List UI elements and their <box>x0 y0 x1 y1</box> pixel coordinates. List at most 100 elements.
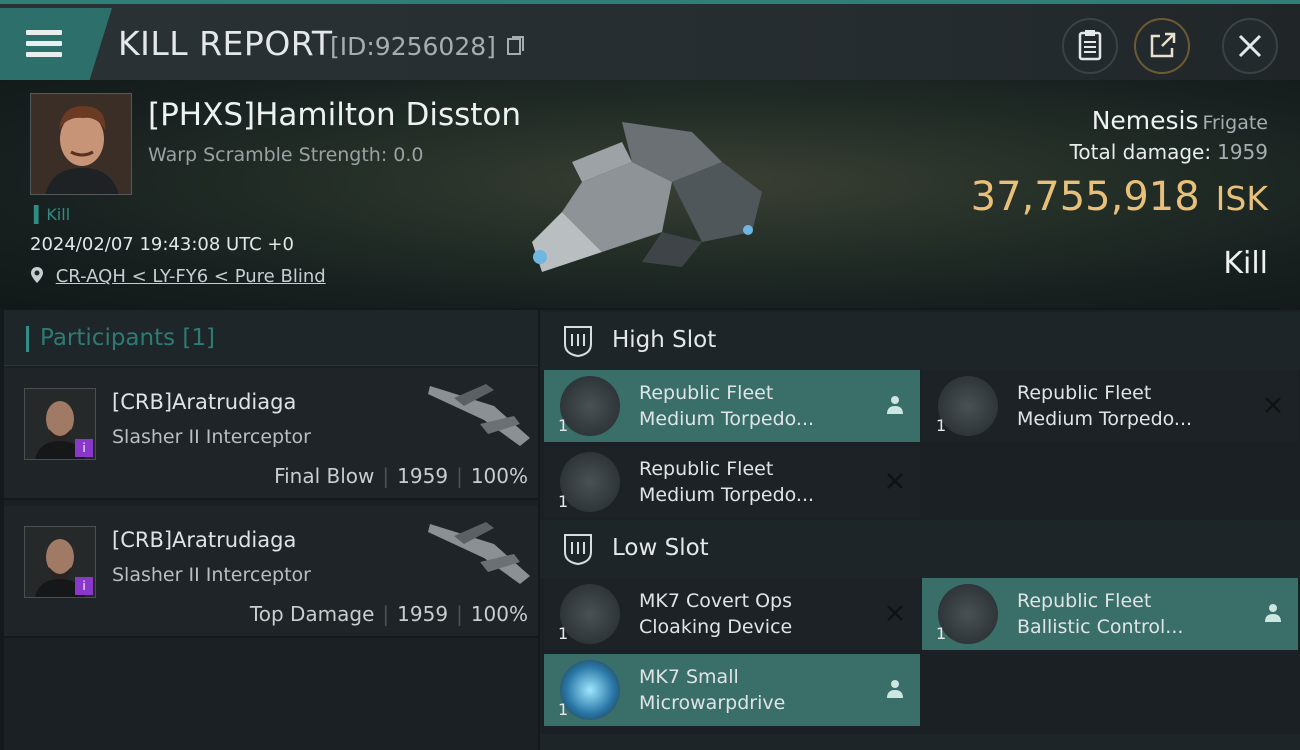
module-name-line2: Medium Torpedo... <box>1017 408 1193 430</box>
share-icon <box>1150 32 1176 58</box>
ballistic-control-icon <box>938 584 998 644</box>
location[interactable]: CR-AQH < LY-FY6 < Pure Blind <box>30 266 326 287</box>
participant-role: Top Damage <box>249 602 375 626</box>
module-name-line1: Republic Fleet <box>1017 590 1152 612</box>
module-name-line2: Microwarpdrive <box>639 692 786 714</box>
location-pin-icon <box>31 267 43 283</box>
result-label: Kill <box>1223 246 1268 281</box>
total-damage-value: 1959 <box>1217 140 1268 164</box>
dropped-person-icon <box>887 396 903 414</box>
victim-ship-image <box>532 122 762 272</box>
module-name-line1: Republic Fleet <box>1017 382 1152 404</box>
module-quantity: 1 <box>558 416 569 435</box>
module-name-line2: Cloaking Device <box>639 616 793 638</box>
module-item[interactable]: 1 Republic Fleet Medium Torpedo... <box>544 446 920 518</box>
module-name-line2: Medium Torpedo... <box>639 408 815 430</box>
destroyed-x-icon <box>1265 397 1281 413</box>
warp-scramble-strength: Warp Scramble Strength: 0.0 <box>148 144 424 166</box>
victim-name[interactable]: [PHXS]Hamilton Disston <box>148 97 521 133</box>
module-quantity: 1 <box>558 492 569 511</box>
total-damage: Total damage: 1959 <box>1070 140 1268 164</box>
timestamp: 2024/02/07 19:43:08 UTC +0 <box>30 234 294 255</box>
fitting-panel: High Slot 1 Republic Fleet Medium Torped… <box>540 310 1300 750</box>
dropped-person-icon <box>1265 604 1281 622</box>
participant-row[interactable]: i [CRB]Aratrudiaga Slasher II Intercepto… <box>4 506 538 638</box>
menu-button[interactable] <box>0 8 112 80</box>
report-id: [ID:9256028] <box>330 32 526 61</box>
low-slot-label: Low Slot <box>612 535 709 561</box>
participant-row[interactable]: i [CRB]Aratrudiaga Slasher II Intercepto… <box>4 368 538 500</box>
destroyed-x-icon <box>887 605 903 621</box>
module-item[interactable]: 1 Republic Fleet Medium Torpedo... <box>544 370 920 442</box>
participant-ship-image <box>428 384 530 446</box>
module-quantity: 1 <box>558 700 569 719</box>
participants-title: Participants [1] <box>40 325 215 351</box>
isk-unit: ISK <box>1215 179 1268 218</box>
clipboard-button[interactable] <box>1062 18 1118 74</box>
participant-ship: Slasher II Interceptor <box>112 426 311 448</box>
pilot-avatar <box>31 94 131 194</box>
next-slot-header <box>540 734 1300 750</box>
copy-icon[interactable] <box>506 35 526 57</box>
clipboard-icon <box>1078 30 1102 61</box>
torpedo-launcher-icon <box>560 452 620 512</box>
module-quantity: 1 <box>936 624 947 643</box>
participant-name[interactable]: [CRB]Aratrudiaga <box>112 528 296 552</box>
torpedo-launcher-icon <box>938 376 998 436</box>
high-slot-header: High Slot <box>540 312 1300 370</box>
module-item[interactable]: 1 Republic Fleet Ballistic Control... <box>922 578 1298 650</box>
participant-name[interactable]: [CRB]Aratrudiaga <box>112 390 296 414</box>
destroyed-x-icon <box>887 473 903 489</box>
module-name-line1: MK7 Small <box>639 666 739 688</box>
module-name-line2: Medium Torpedo... <box>639 484 815 506</box>
close-icon <box>1238 34 1262 58</box>
ship-class: Frigate <box>1202 112 1268 134</box>
module-name-line1: Republic Fleet <box>639 458 774 480</box>
participants-panel: Participants [1] i [CRB]Aratrudiaga Slas… <box>4 310 538 750</box>
victim-portrait[interactable] <box>30 93 132 195</box>
corp-badge-icon: i <box>75 577 93 595</box>
module-name-line1: MK7 Covert Ops <box>639 590 793 612</box>
high-slot-label: High Slot <box>612 327 717 353</box>
module-name-line1: Republic Fleet <box>639 382 774 404</box>
cloaking-device-icon <box>560 584 620 644</box>
microwarpdrive-icon <box>560 660 620 720</box>
total-damage-label: Total damage: <box>1069 140 1212 164</box>
participants-header: Participants [1] <box>4 310 538 366</box>
participant-stats: Top Damage | 1959 | 100% <box>249 602 528 626</box>
report-id-text: [ID:9256028] <box>330 32 496 61</box>
participant-damage: 1959 <box>397 602 449 626</box>
participant-percent: 100% <box>470 464 528 488</box>
participant-ship-image <box>428 522 530 584</box>
participant-portrait[interactable]: i <box>24 526 96 598</box>
title-bar: KILL REPORT [ID:9256028] <box>0 0 1300 80</box>
isk-amount: 37,755,918 <box>970 174 1200 220</box>
isk-value: 37,755,918 ISK <box>971 174 1268 220</box>
ship-name: Nemesis <box>1091 106 1199 135</box>
location-link[interactable]: CR-AQH < LY-FY6 < Pure Blind <box>56 266 326 287</box>
participant-damage: 1959 <box>397 464 449 488</box>
module-quantity: 1 <box>936 416 947 435</box>
share-button[interactable] <box>1134 18 1190 74</box>
low-slot-icon <box>564 534 592 566</box>
close-button[interactable] <box>1222 18 1278 74</box>
module-quantity: 1 <box>558 624 569 643</box>
module-item[interactable]: 1 MK7 Small Microwarpdrive <box>544 654 920 726</box>
corp-badge-icon: i <box>75 439 93 457</box>
kill-tag-text: Kill <box>46 205 71 224</box>
torpedo-launcher-icon <box>560 376 620 436</box>
module-name-line2: Ballistic Control... <box>1017 616 1184 638</box>
victim-banner: [PHXS]Hamilton Disston Warp Scramble Str… <box>0 80 1300 308</box>
header-marker <box>26 326 29 352</box>
participant-stats: Final Blow | 1959 | 100% <box>274 464 528 488</box>
page-title: KILL REPORT <box>118 24 333 63</box>
participant-portrait[interactable]: i <box>24 388 96 460</box>
module-item[interactable]: 1 Republic Fleet Medium Torpedo... <box>922 370 1298 442</box>
participant-ship: Slasher II Interceptor <box>112 564 311 586</box>
participant-percent: 100% <box>470 602 528 626</box>
ship-type[interactable]: Nemesis Frigate <box>1092 106 1268 135</box>
module-item[interactable]: 1 MK7 Covert Ops Cloaking Device <box>544 578 920 650</box>
participant-role: Final Blow <box>274 464 375 488</box>
dropped-person-icon <box>887 680 903 698</box>
high-slot-icon <box>564 326 592 358</box>
